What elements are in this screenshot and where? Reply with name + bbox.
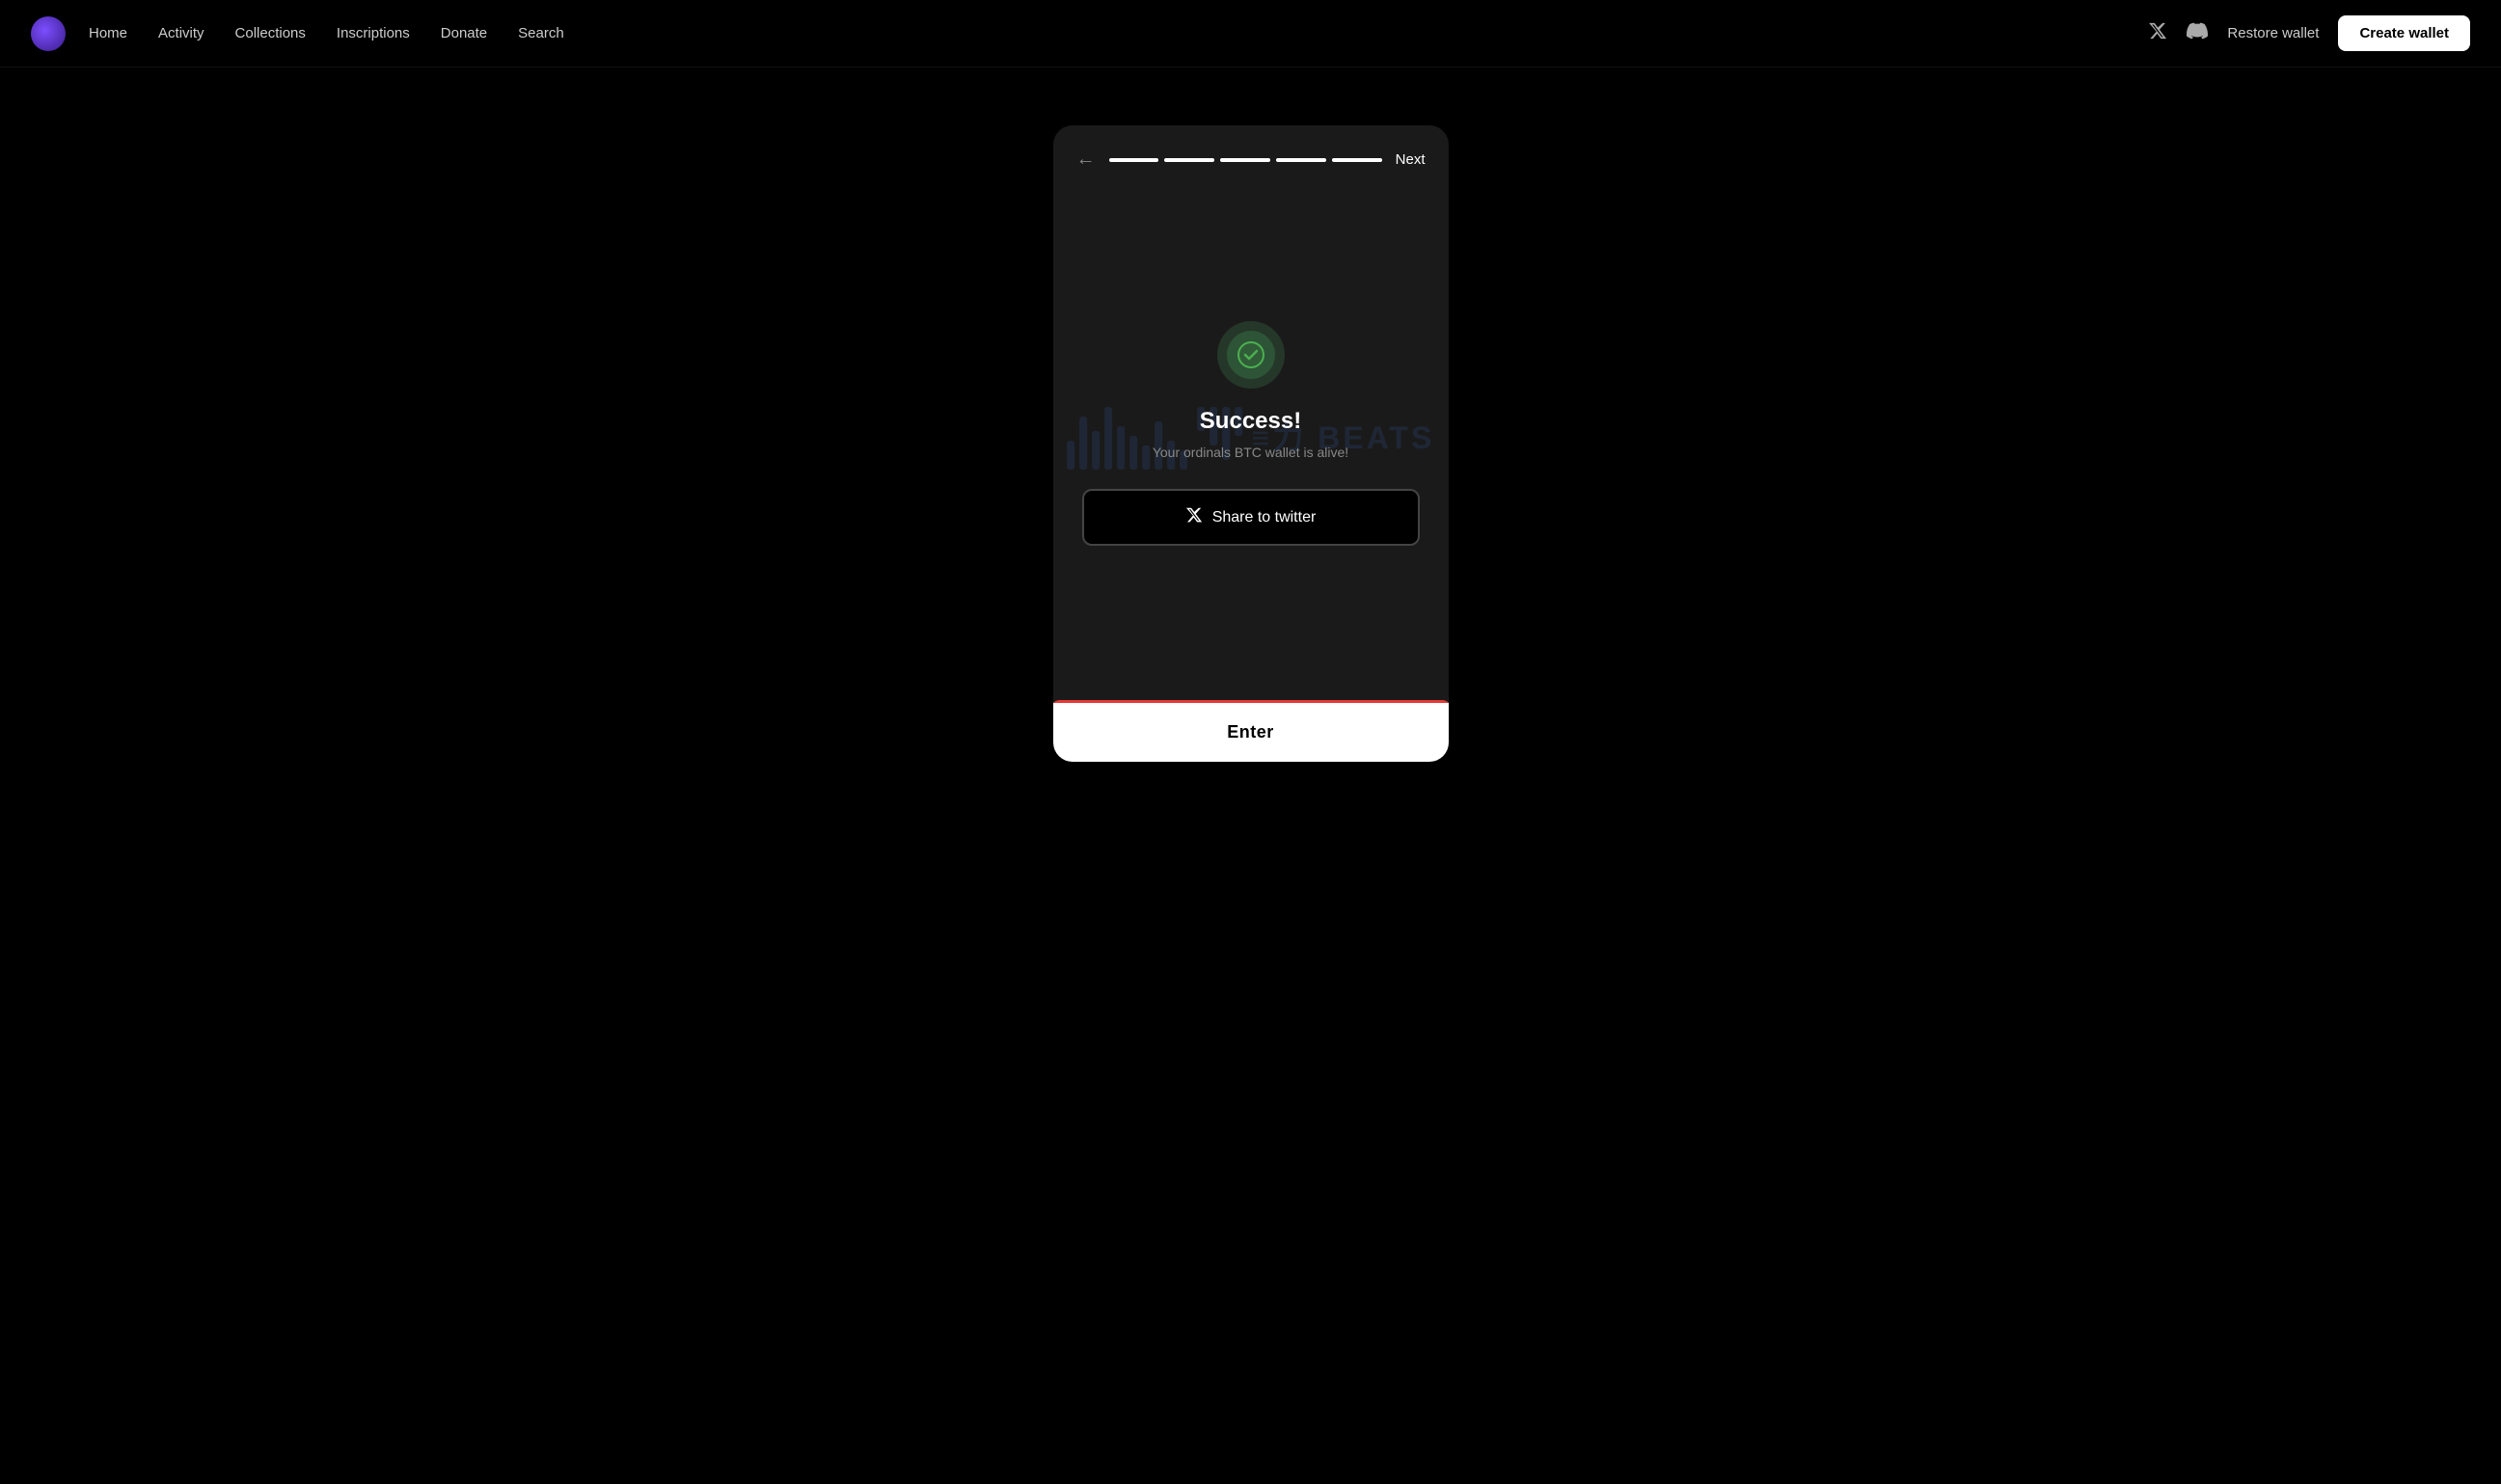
progress-seg-5 [1332, 158, 1382, 162]
nav-collections[interactable]: Collections [235, 25, 306, 41]
nav-activity[interactable]: Activity [158, 25, 204, 41]
success-subtitle: Your ordinals BTC wallet is alive! [1153, 445, 1348, 460]
modal-card: ← Next [1053, 125, 1449, 762]
nav-inscriptions[interactable]: Inscriptions [337, 25, 410, 41]
enter-button-highlight: Enter [1053, 700, 1449, 762]
success-title: Success! [1200, 408, 1301, 435]
modal-body: ≡力 BEATS Success! Your ordinals BTC wall… [1053, 186, 1449, 700]
twitter-bird-icon [1185, 506, 1203, 528]
create-wallet-button[interactable]: Create wallet [2338, 15, 2470, 51]
progress-seg-2 [1164, 158, 1214, 162]
nav-home[interactable]: Home [89, 25, 127, 41]
nav-right: Restore wallet Create wallet [2148, 15, 2470, 51]
success-icon [1217, 321, 1285, 389]
progress-seg-3 [1220, 158, 1270, 162]
nav-search[interactable]: Search [518, 25, 564, 41]
twitter-icon[interactable] [2148, 21, 2167, 45]
app-logo [31, 16, 66, 51]
discord-icon[interactable] [2187, 20, 2208, 46]
restore-wallet-button[interactable]: Restore wallet [2227, 25, 2319, 41]
share-twitter-button[interactable]: Share to twitter [1082, 489, 1420, 546]
next-button[interactable]: Next [1396, 151, 1426, 168]
navbar: Home Activity Collections Inscriptions D… [0, 0, 2501, 67]
main-content: ← Next [0, 67, 2501, 1484]
enter-button[interactable]: Enter [1053, 703, 1449, 762]
back-arrow-button[interactable]: ← [1076, 148, 1096, 171]
progress-bar [1109, 158, 1382, 162]
nav-donate[interactable]: Donate [441, 25, 487, 41]
progress-seg-4 [1276, 158, 1326, 162]
share-twitter-label: Share to twitter [1212, 509, 1317, 526]
progress-seg-1 [1109, 158, 1159, 162]
nav-links: Home Activity Collections Inscriptions D… [89, 25, 2148, 41]
modal-header: ← Next [1053, 125, 1449, 186]
